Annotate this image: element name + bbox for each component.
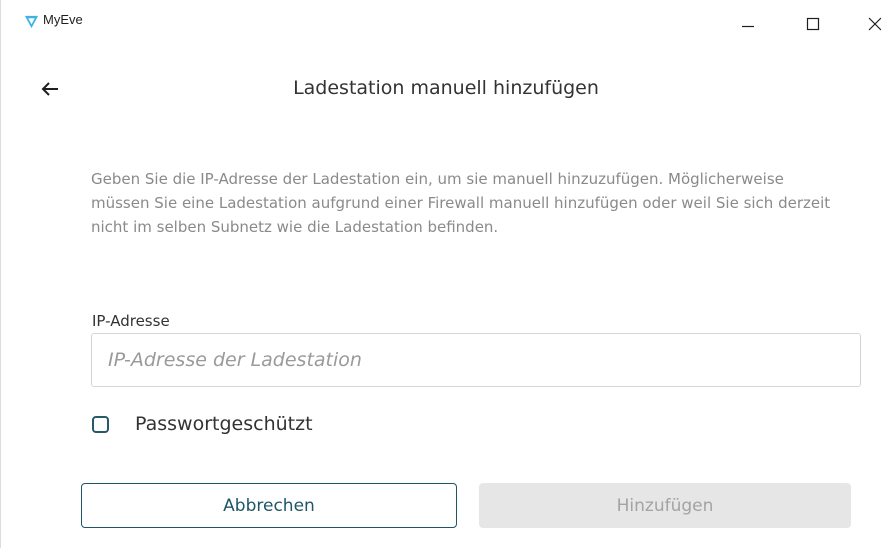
close-icon	[868, 17, 881, 31]
close-button[interactable]	[861, 12, 881, 36]
cancel-button[interactable]: Abbrechen	[81, 483, 457, 528]
maximize-icon	[806, 17, 820, 31]
minimize-icon	[742, 25, 754, 28]
maximize-button[interactable]	[799, 12, 827, 36]
window-title: MyEve	[43, 12, 83, 27]
ip-address-input[interactable]	[91, 333, 861, 387]
checkbox-box[interactable]	[92, 415, 109, 433]
ip-address-label: IP-Adresse	[92, 312, 170, 330]
app-window: MyEve Ladestation manuell hinzufügen Geb…	[0, 0, 881, 548]
minimize-button[interactable]	[734, 12, 762, 36]
checkbox-label: Passwortgeschützt	[135, 413, 313, 435]
description-text: Geben Sie die IP-Adresse der Ladestation…	[91, 170, 831, 236]
title-bar: MyEve	[1, 0, 881, 48]
password-protected-checkbox[interactable]: Passwortgeschützt	[92, 413, 313, 435]
app-logo-icon	[24, 15, 39, 29]
add-button[interactable]: Hinzufügen	[479, 483, 851, 528]
page-title: Ladestation manuell hinzufügen	[293, 77, 599, 99]
